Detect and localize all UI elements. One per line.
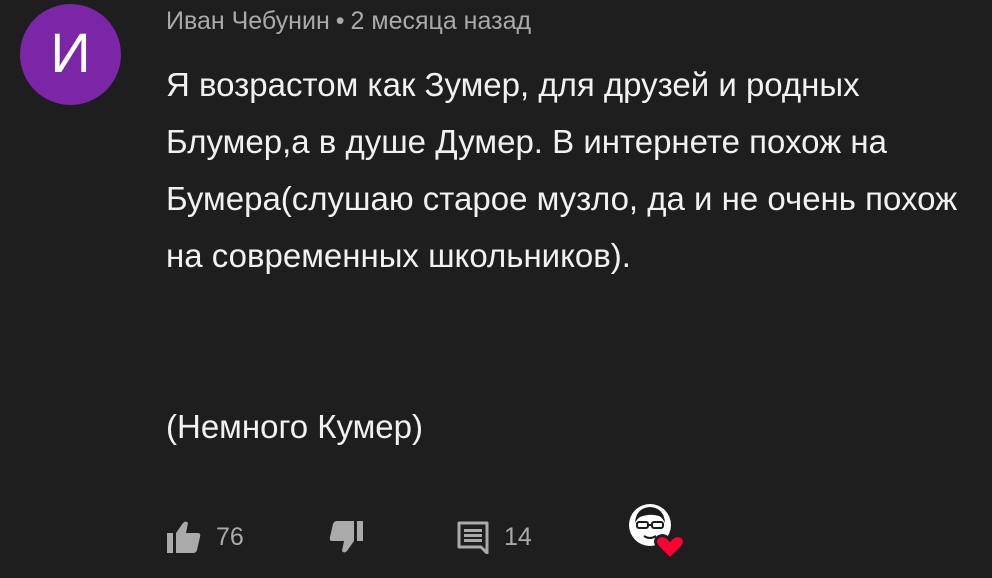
like-count: 76	[216, 522, 244, 551]
reply-count: 14	[504, 522, 532, 551]
comment-actions: 76 14	[166, 504, 706, 562]
avatar[interactable]: И	[20, 4, 121, 105]
like-button[interactable]: 76	[166, 512, 244, 562]
separator-dot: •	[335, 7, 345, 35]
comment-text: Я возрастом как Зумер, для друзей и родн…	[166, 56, 978, 455]
reply-button[interactable]: 14	[456, 512, 532, 562]
creator-heart-icon	[629, 504, 684, 561]
avatar-letter: И	[50, 20, 91, 84]
dislike-button[interactable]	[328, 512, 364, 562]
author-name[interactable]: Иван Чебунин	[166, 7, 330, 35]
comment-icon	[457, 521, 489, 554]
thumbs-down-icon	[329, 521, 363, 553]
comment-paragraph: Я возрастом как Зумер, для друзей и родн…	[166, 66, 958, 274]
comment-time[interactable]: 2 месяца назад	[351, 7, 532, 35]
comment-paragraph: (Немного Кумер)	[166, 408, 424, 445]
creator-heart	[624, 504, 684, 561]
thumbs-up-icon	[167, 521, 201, 553]
comment-header: Иван Чебунин • 2 месяца назад	[166, 6, 531, 36]
